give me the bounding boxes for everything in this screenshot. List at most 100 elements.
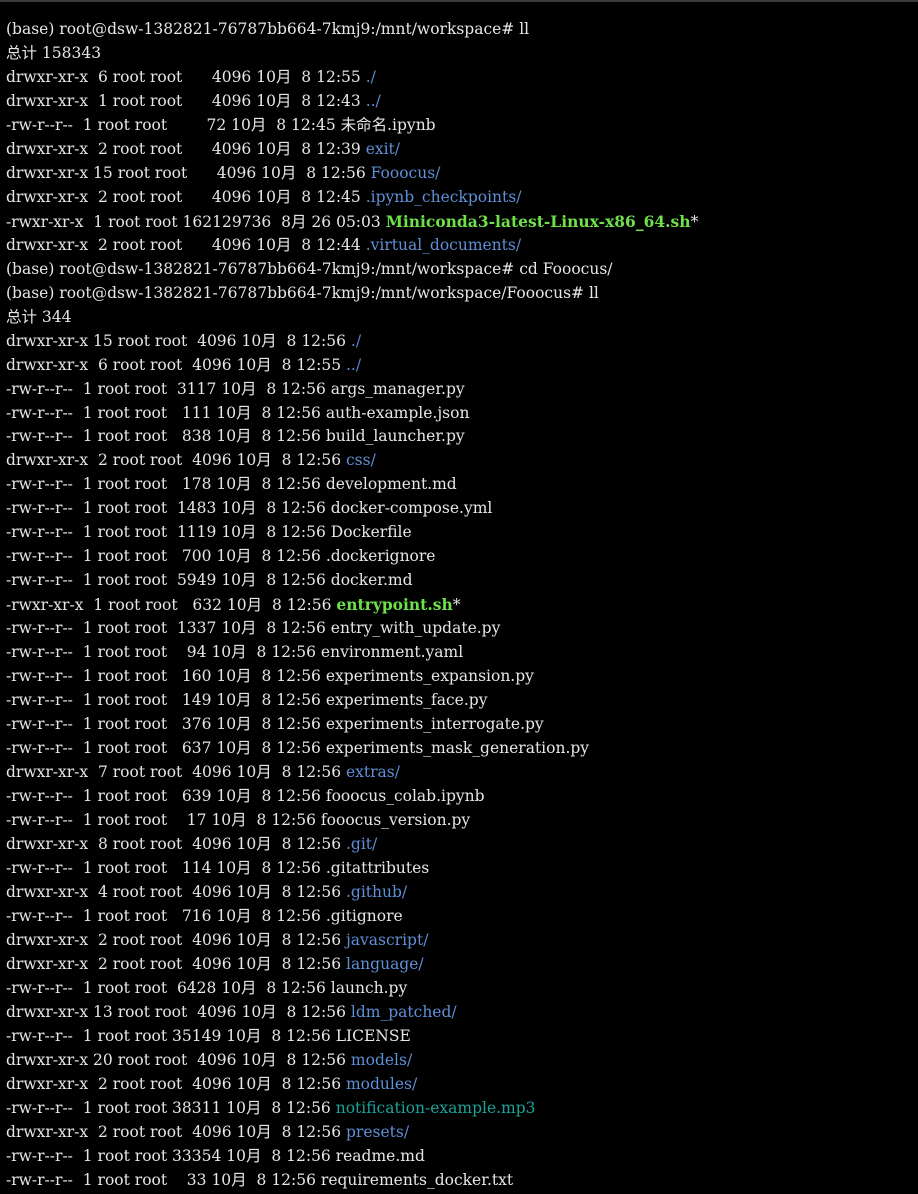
file-entry-line: -rw-r--r-- 1 root root 178 10月 8 12:56 d… xyxy=(6,473,918,497)
file-entry-line: drwxr-xr-x 13 root root 4096 10月 8 12:56… xyxy=(6,1001,918,1025)
directory-name: .github xyxy=(345,882,402,901)
file-name: launch.py xyxy=(330,978,408,997)
file-metadata: drwxr-xr-x 2 root root 4096 10月 8 12:56 xyxy=(6,1074,346,1093)
file-entry-line: -rw-r--r-- 1 root root 33354 10月 8 12:56… xyxy=(6,1145,918,1169)
file-metadata: -rw-r--r-- 1 root root 94 10月 8 12:56 xyxy=(6,643,321,662)
file-entry-line: drwxr-xr-x 7 root root 4096 10月 8 12:56 … xyxy=(6,761,918,785)
directory-name: modules xyxy=(345,1074,413,1093)
directory-name: / xyxy=(394,763,400,782)
file-entry-line: -rw-r--r-- 1 root root 376 10月 8 12:56 e… xyxy=(6,713,918,737)
line-text: (base) root@dsw-1382821-76787bb664-7kmj9… xyxy=(6,259,613,278)
file-metadata: -rw-r--r-- 1 root root 1337 10月 8 12:56 xyxy=(6,619,331,638)
file-entry-line: -rw-r--r-- 1 root root 716 10月 8 12:56 .… xyxy=(6,905,918,929)
file-entry-line: -rw-r--r-- 1 root root 637 10月 8 12:56 e… xyxy=(6,737,918,761)
file-metadata: -rw-r--r-- 1 root root 5949 10月 8 12:56 xyxy=(6,571,331,590)
file-metadata: drwxr-xr-x 15 root root 4096 10月 8 12:56 xyxy=(6,331,351,350)
file-metadata: drwxr-xr-x 2 root root 4096 10月 8 12:39 xyxy=(6,139,366,158)
file-entry-line: drwxr-xr-x 20 root root 4096 10月 8 12:56… xyxy=(6,1049,918,1073)
file-name: experiments_face.py xyxy=(325,691,488,710)
file-metadata: -rw-r--r-- 1 root root 838 10月 8 12:56 xyxy=(6,427,326,446)
total-line: 总计 158343 xyxy=(6,42,918,66)
file-name: auth-example.json xyxy=(325,403,470,422)
file-entry-line: -rw-r--r-- 1 root root 1483 10月 8 12:56 … xyxy=(6,497,918,521)
file-entry-line: -rw-r--r-- 1 root root 35149 10月 8 12:56… xyxy=(6,1025,918,1049)
file-entry-line: -rw-r--r-- 1 root root 700 10月 8 12:56 .… xyxy=(6,545,918,569)
file-entry-line: drwxr-xr-x 2 root root 4096 10月 8 12:56 … xyxy=(6,1073,918,1097)
directory-name: javascript xyxy=(345,930,424,949)
file-metadata: drwxr-xr-x 6 root root 4096 10月 8 12:55 xyxy=(6,67,366,86)
directory-name: / xyxy=(412,1074,418,1093)
file-metadata: -rw-r--r-- 1 root root 700 10月 8 12:56 xyxy=(6,547,326,566)
file-metadata: -rw-r--r-- 1 root root 38311 10月 8 12:56 xyxy=(6,1098,336,1117)
file-entry-line: drwxr-xr-x 2 root root 4096 10月 8 12:45 … xyxy=(6,186,918,210)
directory-name: / xyxy=(515,235,522,254)
file-metadata: -rw-r--r-- 1 root root 114 10月 8 12:56 xyxy=(6,858,326,877)
file-entry-line: -rw-r--r-- 1 root root 6428 10月 8 12:56 … xyxy=(6,977,918,1001)
directory-name: / xyxy=(451,1002,457,1021)
file-metadata: drwxr-xr-x 2 root root 4096 10月 8 12:56 xyxy=(6,954,346,973)
directory-name: / xyxy=(394,139,401,158)
file-entry-line: drwxr-xr-x 4 root root 4096 10月 8 12:56 … xyxy=(6,881,918,905)
file-name: experiments_mask_generation.py xyxy=(325,739,590,758)
directory-name: / xyxy=(370,451,376,470)
file-entry-line: -rw-r--r-- 1 root root 160 10月 8 12:56 e… xyxy=(6,665,918,689)
file-metadata: -rw-r--r-- 1 root root 716 10月 8 12:56 xyxy=(6,906,326,925)
file-metadata: drwxr-xr-x 2 root root 4096 10月 8 12:56 xyxy=(6,451,346,470)
file-name: 未命名.ipynb xyxy=(340,115,436,134)
file-metadata: -rw-r--r-- 1 root root 1119 10月 8 12:56 xyxy=(6,523,331,542)
file-entry-line: drwxr-xr-x 2 root root 4096 10月 8 12:44 … xyxy=(6,234,918,258)
directory-name: ./ xyxy=(365,67,376,86)
file-entry-line: -rw-r--r-- 1 root root 17 10月 8 12:56 fo… xyxy=(6,809,918,833)
directory-name: .git xyxy=(345,834,373,853)
directory-name: Fooocus xyxy=(370,163,436,182)
file-entry-line: -rw-r--r-- 1 root root 114 10月 8 12:56 .… xyxy=(6,857,918,881)
file-metadata: drwxr-xr-x 6 root root 4096 10月 8 12:55 xyxy=(6,355,346,374)
file-entry-line: drwxr-xr-x 2 root root 4096 10月 8 12:56 … xyxy=(6,929,918,953)
directory-name: models xyxy=(350,1050,407,1069)
file-metadata: -rw-r--r-- 1 root root 160 10月 8 12:56 xyxy=(6,667,326,686)
file-entry-line: drwxr-xr-x 2 root root 4096 10月 8 12:56 … xyxy=(6,953,918,977)
file-metadata: drwxr-xr-x 2 root root 4096 10月 8 12:44 xyxy=(6,235,366,254)
file-entry-line: drwxr-xr-x 1 root root 4096 10月 8 12:43 … xyxy=(6,90,918,114)
file-metadata: -rwxr-xr-x 1 root root 632 10月 8 12:56 xyxy=(6,596,337,615)
file-entry-line: -rw-r--r-- 1 root root 72 10月 8 12:45 未命… xyxy=(6,114,918,138)
directory-name: / xyxy=(406,1050,413,1069)
file-entry-line: drwxr-xr-x 6 root root 4096 10月 8 12:55 … xyxy=(6,354,918,378)
file-metadata: -rw-r--r-- 1 root root 637 10月 8 12:56 xyxy=(6,739,326,758)
directory-name: extras xyxy=(345,763,395,782)
file-entry-line: drwxr-xr-x 2 root root 4096 10月 8 12:39 … xyxy=(6,138,918,162)
file-metadata: -rw-r--r-- 1 root root 376 10月 8 12:56 xyxy=(6,715,326,734)
file-entry-line: -rw-r--r-- 1 root root 38311 10月 8 12:56… xyxy=(6,1097,918,1121)
executable-marker: * xyxy=(690,212,699,231)
file-entry-line: -rw-r--r-- 1 root root 111 10月 8 12:56 a… xyxy=(6,402,918,426)
command-prompt-line: (base) root@dsw-1382821-76787bb664-7kmj9… xyxy=(6,282,918,306)
file-entry-line: -rw-r--r-- 1 root root 33 10月 8 12:56 re… xyxy=(6,1169,918,1193)
directory-name: ../ xyxy=(365,91,381,110)
file-entry-line: drwxr-xr-x 15 root root 4096 10月 8 12:56… xyxy=(6,162,918,186)
directory-name: / xyxy=(372,834,378,853)
file-metadata: -rw-r--r-- 1 root root 72 10月 8 12:45 xyxy=(6,115,341,134)
file-metadata: drwxr-xr-x 1 root root 4096 10月 8 12:43 xyxy=(6,91,366,110)
file-entry-line: -rwxr-xr-x 1 root root 162129736 8月 26 0… xyxy=(6,210,918,234)
file-entry-line: -rw-r--r-- 1 root root 3117 10月 8 12:56 … xyxy=(6,378,918,402)
file-name: docker-compose.yml xyxy=(330,499,493,518)
directory-name: ../ xyxy=(345,355,362,374)
directory-name: / xyxy=(403,1122,410,1141)
directory-name: / xyxy=(423,930,429,949)
file-entry-line: -rw-r--r-- 1 root root 1337 10月 8 12:56 … xyxy=(6,617,918,641)
directory-name: language xyxy=(345,954,419,973)
file-metadata: -rw-r--r-- 1 root root 149 10月 8 12:56 xyxy=(6,691,326,710)
line-text: (base) root@dsw-1382821-76787bb664-7kmj9… xyxy=(6,283,599,302)
file-entry-line: drwxr-xr-x 6 root root 4096 10月 8 12:55 … xyxy=(6,66,918,90)
line-text: (base) root@dsw-1382821-76787bb664-7kmj9… xyxy=(6,20,530,38)
executable-name: entrypoint.sh xyxy=(336,595,453,615)
file-metadata: drwxr-xr-x 15 root root 4096 10月 8 12:56 xyxy=(6,163,371,182)
file-name: args_manager.py xyxy=(330,379,465,398)
file-metadata: drwxr-xr-x 7 root root 4096 10月 8 12:56 xyxy=(6,763,346,782)
file-metadata: -rw-r--r-- 1 root root 33 10月 8 12:56 xyxy=(6,1170,321,1189)
directory-name: exit xyxy=(365,139,395,158)
file-name: build_launcher.py xyxy=(325,427,465,446)
file-name: fooocus_version.py xyxy=(320,810,471,829)
terminal-window[interactable]: (base) root@dsw-1382821-76787bb664-7kmj9… xyxy=(0,0,918,1194)
file-metadata: -rw-r--r-- 1 root root 111 10月 8 12:56 xyxy=(6,403,326,422)
